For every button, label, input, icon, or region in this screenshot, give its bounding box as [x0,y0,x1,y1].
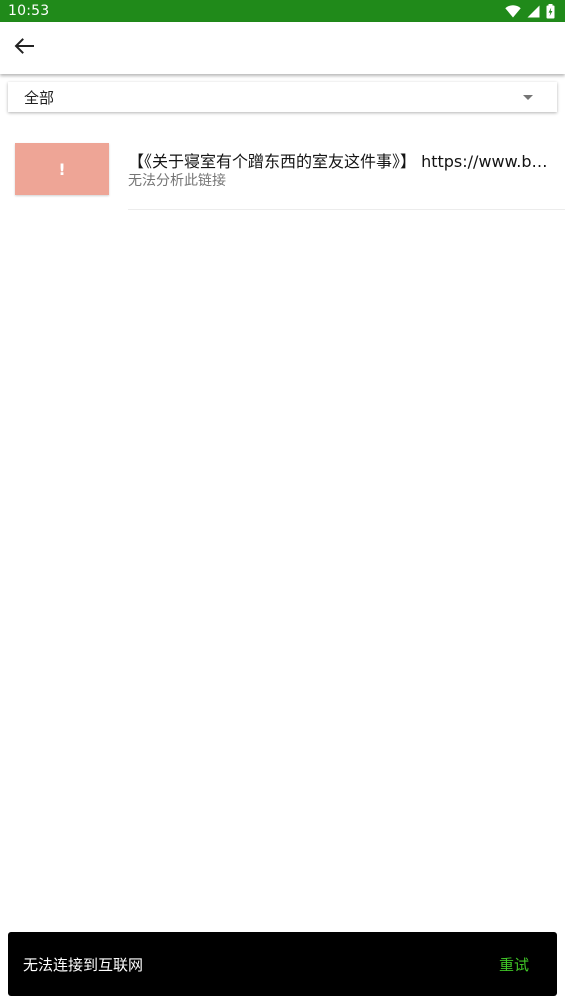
arrow-left-icon [14,38,34,58]
error-glyph: ! [58,159,66,179]
snackbar-message: 无法连接到互联网 [23,955,144,974]
list-item[interactable]: ! 【《关于寝室有个蹭东西的室友这件事》】 https://www.bilibi… [0,130,565,210]
item-thumbnail: ! [15,143,109,195]
back-button[interactable] [2,24,46,72]
snackbar: 无法连接到互联网 重试 [8,932,557,996]
dropdown-arrow-icon [523,94,533,100]
filter-selected-label: 全部 [24,88,55,107]
divider [128,209,565,210]
battery-charging-icon [546,3,555,19]
status-time: 10:53 [8,3,50,19]
wifi-icon [505,4,521,18]
retry-button[interactable]: 重试 [499,954,529,975]
status-icons [505,3,555,19]
app-bar [0,22,565,74]
signal-icon [527,5,540,18]
item-title: 【《关于寝室有个蹭东西的室友这件事》】 https://www.bilibili… [128,152,550,171]
screen: 10:53 全部 ! 【《关于寝室有个蹭东西的室友这件事》】 https://w… [0,0,565,1004]
filter-dropdown[interactable]: 全部 [8,82,557,112]
item-subtitle: 无法分析此链接 [128,173,226,189]
status-bar: 10:53 [0,0,565,22]
